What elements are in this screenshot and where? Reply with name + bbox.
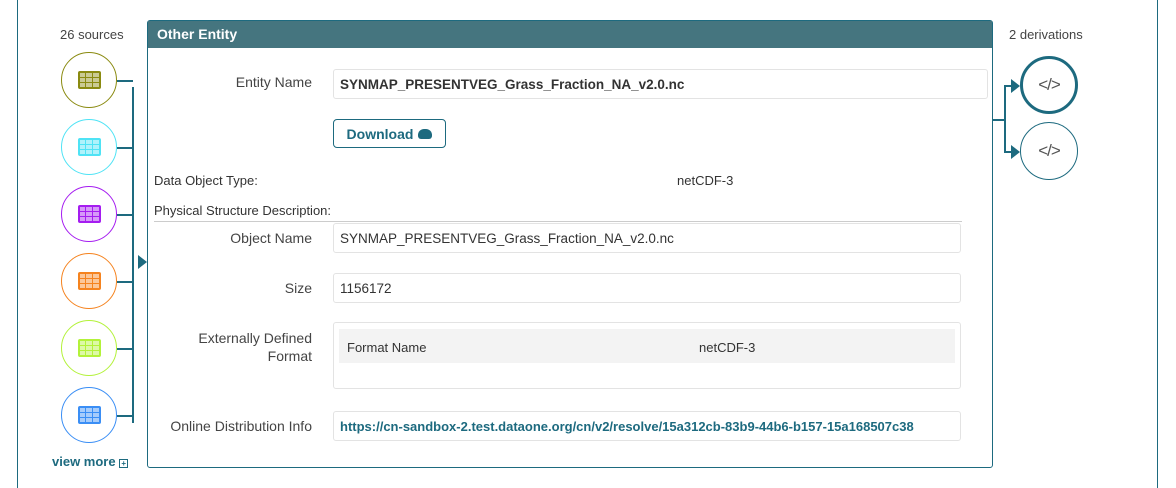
view-more-link[interactable]: view more + bbox=[52, 454, 129, 469]
derivation-connector-vertical bbox=[1004, 85, 1006, 152]
online-dist-link[interactable]: https://cn-sandbox-2.test.dataone.org/cn… bbox=[333, 411, 961, 441]
source-connector-branch bbox=[117, 415, 133, 417]
plus-square-icon: + bbox=[119, 459, 129, 468]
source-connector-branch bbox=[117, 147, 133, 149]
divider bbox=[154, 221, 962, 222]
size-value: 1156172 bbox=[333, 273, 961, 303]
table-icon bbox=[77, 138, 101, 156]
view-more-label: view more bbox=[52, 454, 116, 469]
format-name-value: netCDF-3 bbox=[699, 340, 756, 355]
cloud-download-icon bbox=[418, 128, 433, 139]
entity-name-label: Entity Name bbox=[235, 74, 312, 90]
source-item[interactable] bbox=[61, 253, 117, 309]
code-icon: </> bbox=[1038, 75, 1061, 94]
code-icon: </> bbox=[1038, 141, 1061, 160]
source-item[interactable] bbox=[61, 186, 117, 242]
source-connector-branch bbox=[117, 348, 133, 350]
physical-structure-label: Physical Structure Description: bbox=[154, 203, 332, 218]
size-label: Size bbox=[284, 280, 312, 296]
derivations-count: 2 derivations bbox=[1009, 27, 1083, 42]
table-icon bbox=[77, 406, 101, 424]
left-border bbox=[17, 0, 18, 488]
table-icon bbox=[77, 272, 101, 290]
ext-format-label: Externally Defined Format bbox=[148, 329, 312, 365]
derivation-1[interactable]: </> bbox=[1020, 56, 1078, 114]
download-label: Download bbox=[346, 125, 414, 142]
table-icon bbox=[77, 205, 101, 223]
ext-format-box: Format Name netCDF-3 bbox=[333, 322, 961, 389]
source-connector-branch bbox=[117, 214, 133, 216]
ext-format-label-1: Externally Defined bbox=[198, 330, 312, 346]
format-name-label: Format Name bbox=[347, 340, 427, 355]
object-name-label: Object Name bbox=[230, 230, 312, 246]
source-connector bbox=[132, 87, 134, 423]
derivation-2[interactable]: </> bbox=[1020, 122, 1078, 180]
source-connector-branch bbox=[117, 281, 133, 283]
sources-count: 26 sources bbox=[60, 27, 124, 42]
ext-format-label-2: Format bbox=[267, 348, 312, 364]
arrow-icon bbox=[1011, 79, 1020, 93]
source-item[interactable] bbox=[61, 387, 117, 443]
right-border bbox=[1157, 0, 1158, 488]
other-entity-panel: Other Entity Entity Name SYNMAP_PRESENTV… bbox=[147, 20, 993, 468]
online-dist-label: Online Distribution Info bbox=[170, 418, 312, 434]
entity-name-value: SYNMAP_PRESENTVEG_Grass_Fraction_NA_v2.0… bbox=[333, 69, 988, 99]
data-object-type-value: netCDF-3 bbox=[677, 173, 734, 188]
table-icon bbox=[77, 339, 101, 357]
source-item[interactable] bbox=[61, 320, 117, 376]
arrow-icon bbox=[1011, 145, 1020, 159]
arrow-icon bbox=[138, 255, 147, 269]
object-name-value: SYNMAP_PRESENTVEG_Grass_Fraction_NA_v2.0… bbox=[333, 223, 961, 253]
download-button[interactable]: Download bbox=[333, 119, 446, 148]
source-connector-branch bbox=[117, 80, 133, 82]
source-item[interactable] bbox=[61, 119, 117, 175]
format-row: Format Name netCDF-3 bbox=[339, 329, 955, 363]
source-item[interactable] bbox=[61, 52, 117, 108]
panel-title: Other Entity bbox=[148, 21, 992, 48]
table-icon bbox=[77, 71, 101, 89]
data-object-type-label: Data Object Type: bbox=[154, 173, 258, 188]
